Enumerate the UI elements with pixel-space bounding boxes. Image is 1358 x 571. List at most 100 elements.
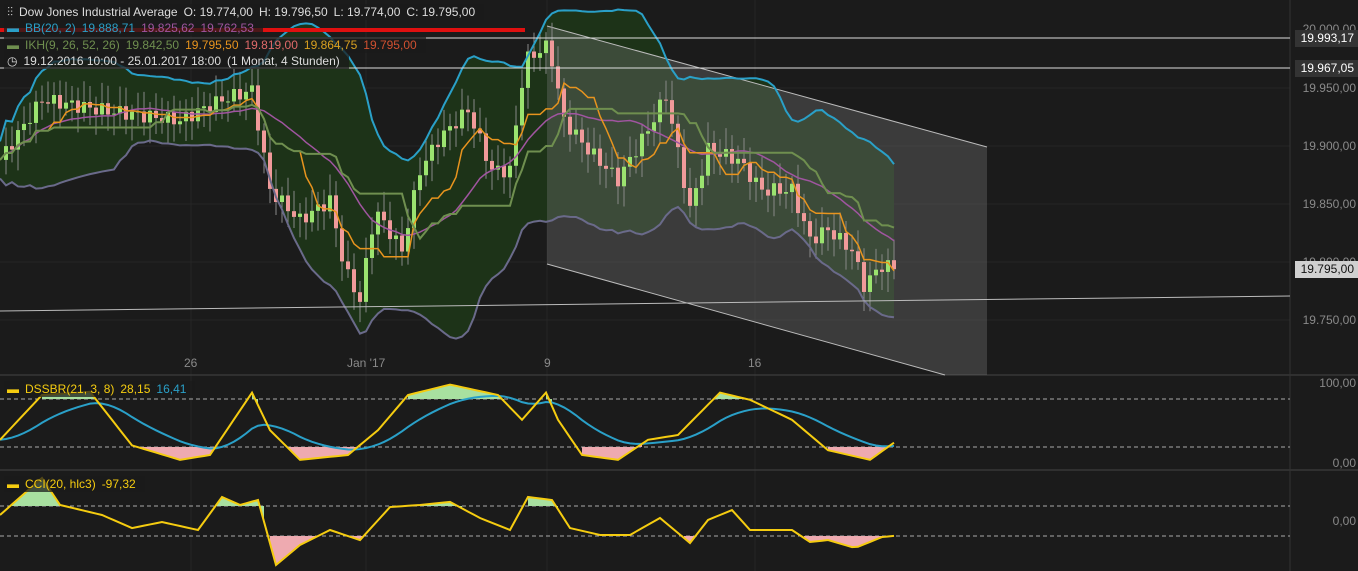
time-tick: 9: [544, 356, 551, 370]
candle: [22, 123, 26, 131]
candle: [568, 116, 572, 135]
candle: [442, 130, 446, 148]
candle: [610, 167, 614, 169]
candle: [598, 148, 602, 166]
candle: [832, 230, 836, 240]
cci-value: -97,32: [101, 477, 136, 491]
candle: [298, 213, 302, 217]
candle: [742, 158, 746, 164]
candle: [502, 165, 506, 178]
candle: [352, 269, 356, 293]
candle: [868, 275, 872, 292]
candle: [340, 228, 344, 262]
price-tick: 19.950,00: [1302, 81, 1356, 95]
ikh-legend[interactable]: ▬ IKH(9, 26, 52, 26) 19.842,50 19.795,50 19.…: [4, 37, 426, 53]
candle: [682, 147, 686, 188]
indicator-icon: ⫶⫶: [7, 5, 14, 19]
candle: [292, 211, 296, 217]
instrument-legend: ⫶⫶ Dow Jones Industrial Average O: 19.774,…: [4, 4, 485, 20]
support-trend-line: [0, 295, 1291, 312]
candle: [826, 227, 830, 231]
candle: [226, 101, 230, 103]
candle: [880, 269, 884, 272]
candle: [28, 122, 32, 124]
candle: [304, 213, 308, 223]
candle: [466, 109, 470, 113]
ikh-v3: 19.819,00: [244, 38, 298, 52]
candle: [814, 236, 818, 244]
time-tick: 26: [184, 356, 198, 370]
candle: [586, 142, 590, 155]
candle: [862, 262, 866, 292]
price-tick: 19.750,00: [1302, 313, 1356, 327]
candle: [772, 183, 776, 196]
dss-fill: [318, 447, 324, 458]
candle: [178, 121, 182, 125]
bb-legend[interactable]: ▬ BB(20, 2) 19.888,71 19.825,62 19.762,53: [4, 20, 263, 36]
candle: [718, 154, 722, 157]
candle: [730, 149, 734, 164]
dss-fill: [180, 447, 186, 460]
candle: [64, 102, 68, 109]
candle: [754, 177, 758, 182]
bb-lower: 19.762,53: [200, 21, 254, 35]
candle: [844, 233, 848, 250]
candle: [460, 109, 464, 129]
candle: [382, 211, 386, 221]
candle: [490, 160, 494, 170]
close-value: C: 19.795,00: [406, 5, 476, 19]
candle: [364, 257, 368, 302]
candle: [652, 122, 656, 132]
candle: [244, 91, 248, 100]
candle: [262, 130, 266, 153]
candle: [532, 51, 536, 58]
candle: [238, 89, 242, 100]
candle: [556, 66, 560, 89]
price-tick: 19.900,00: [1302, 139, 1356, 153]
cci-legend[interactable]: ▬ CCI(20, hlc3) -97,32: [4, 476, 145, 492]
candle: [622, 166, 626, 187]
dss-fill: [324, 447, 330, 458]
dss-line-icon: ▬: [7, 382, 19, 396]
candle: [544, 40, 548, 54]
candle: [70, 100, 74, 103]
candle: [808, 221, 812, 237]
candle: [850, 249, 854, 252]
ikh-v4: 19.864,75: [303, 38, 358, 52]
candle: [664, 99, 668, 101]
candle: [604, 165, 608, 169]
candle: [802, 213, 806, 222]
candle: [124, 106, 128, 120]
candle: [94, 107, 98, 115]
time-tick: 16: [748, 356, 762, 370]
candle: [346, 261, 350, 270]
cci-fill: [852, 536, 858, 548]
candle: [838, 233, 842, 240]
candle: [424, 160, 428, 176]
candle: [778, 183, 782, 194]
candle: [538, 53, 542, 58]
candle: [52, 94, 56, 104]
chart-canvas[interactable]: [0, 0, 1358, 571]
candle: [10, 146, 14, 150]
candle: [760, 177, 764, 190]
dss-value: 28,15: [120, 382, 151, 396]
dss-fill: [450, 384, 456, 399]
candle: [784, 192, 788, 194]
candle: [130, 111, 134, 120]
upper-line-tag[interactable]: 19.993,17: [1294, 30, 1358, 47]
candle: [748, 163, 752, 182]
lower-line-tag[interactable]: 19.967,05: [1294, 60, 1358, 77]
bb-line-icon: ▬: [7, 21, 19, 35]
dss-tick: 100,00: [1319, 376, 1356, 390]
dss-tick: 0,00: [1332, 456, 1356, 470]
ikh-v1: 19.842,50: [125, 38, 180, 52]
candle: [370, 234, 374, 258]
candle: [646, 131, 650, 134]
high-value: H: 19.796,50: [258, 5, 328, 19]
dss-fill: [300, 447, 306, 460]
candle: [394, 235, 398, 240]
candle: [400, 235, 404, 252]
dss-legend[interactable]: ▬ DSSBR(21, 3, 8) 28,15 16,41: [4, 381, 196, 397]
chart-window[interactable]: ⫶⫶ Dow Jones Industrial Average O: 19.774,…: [0, 0, 1358, 571]
